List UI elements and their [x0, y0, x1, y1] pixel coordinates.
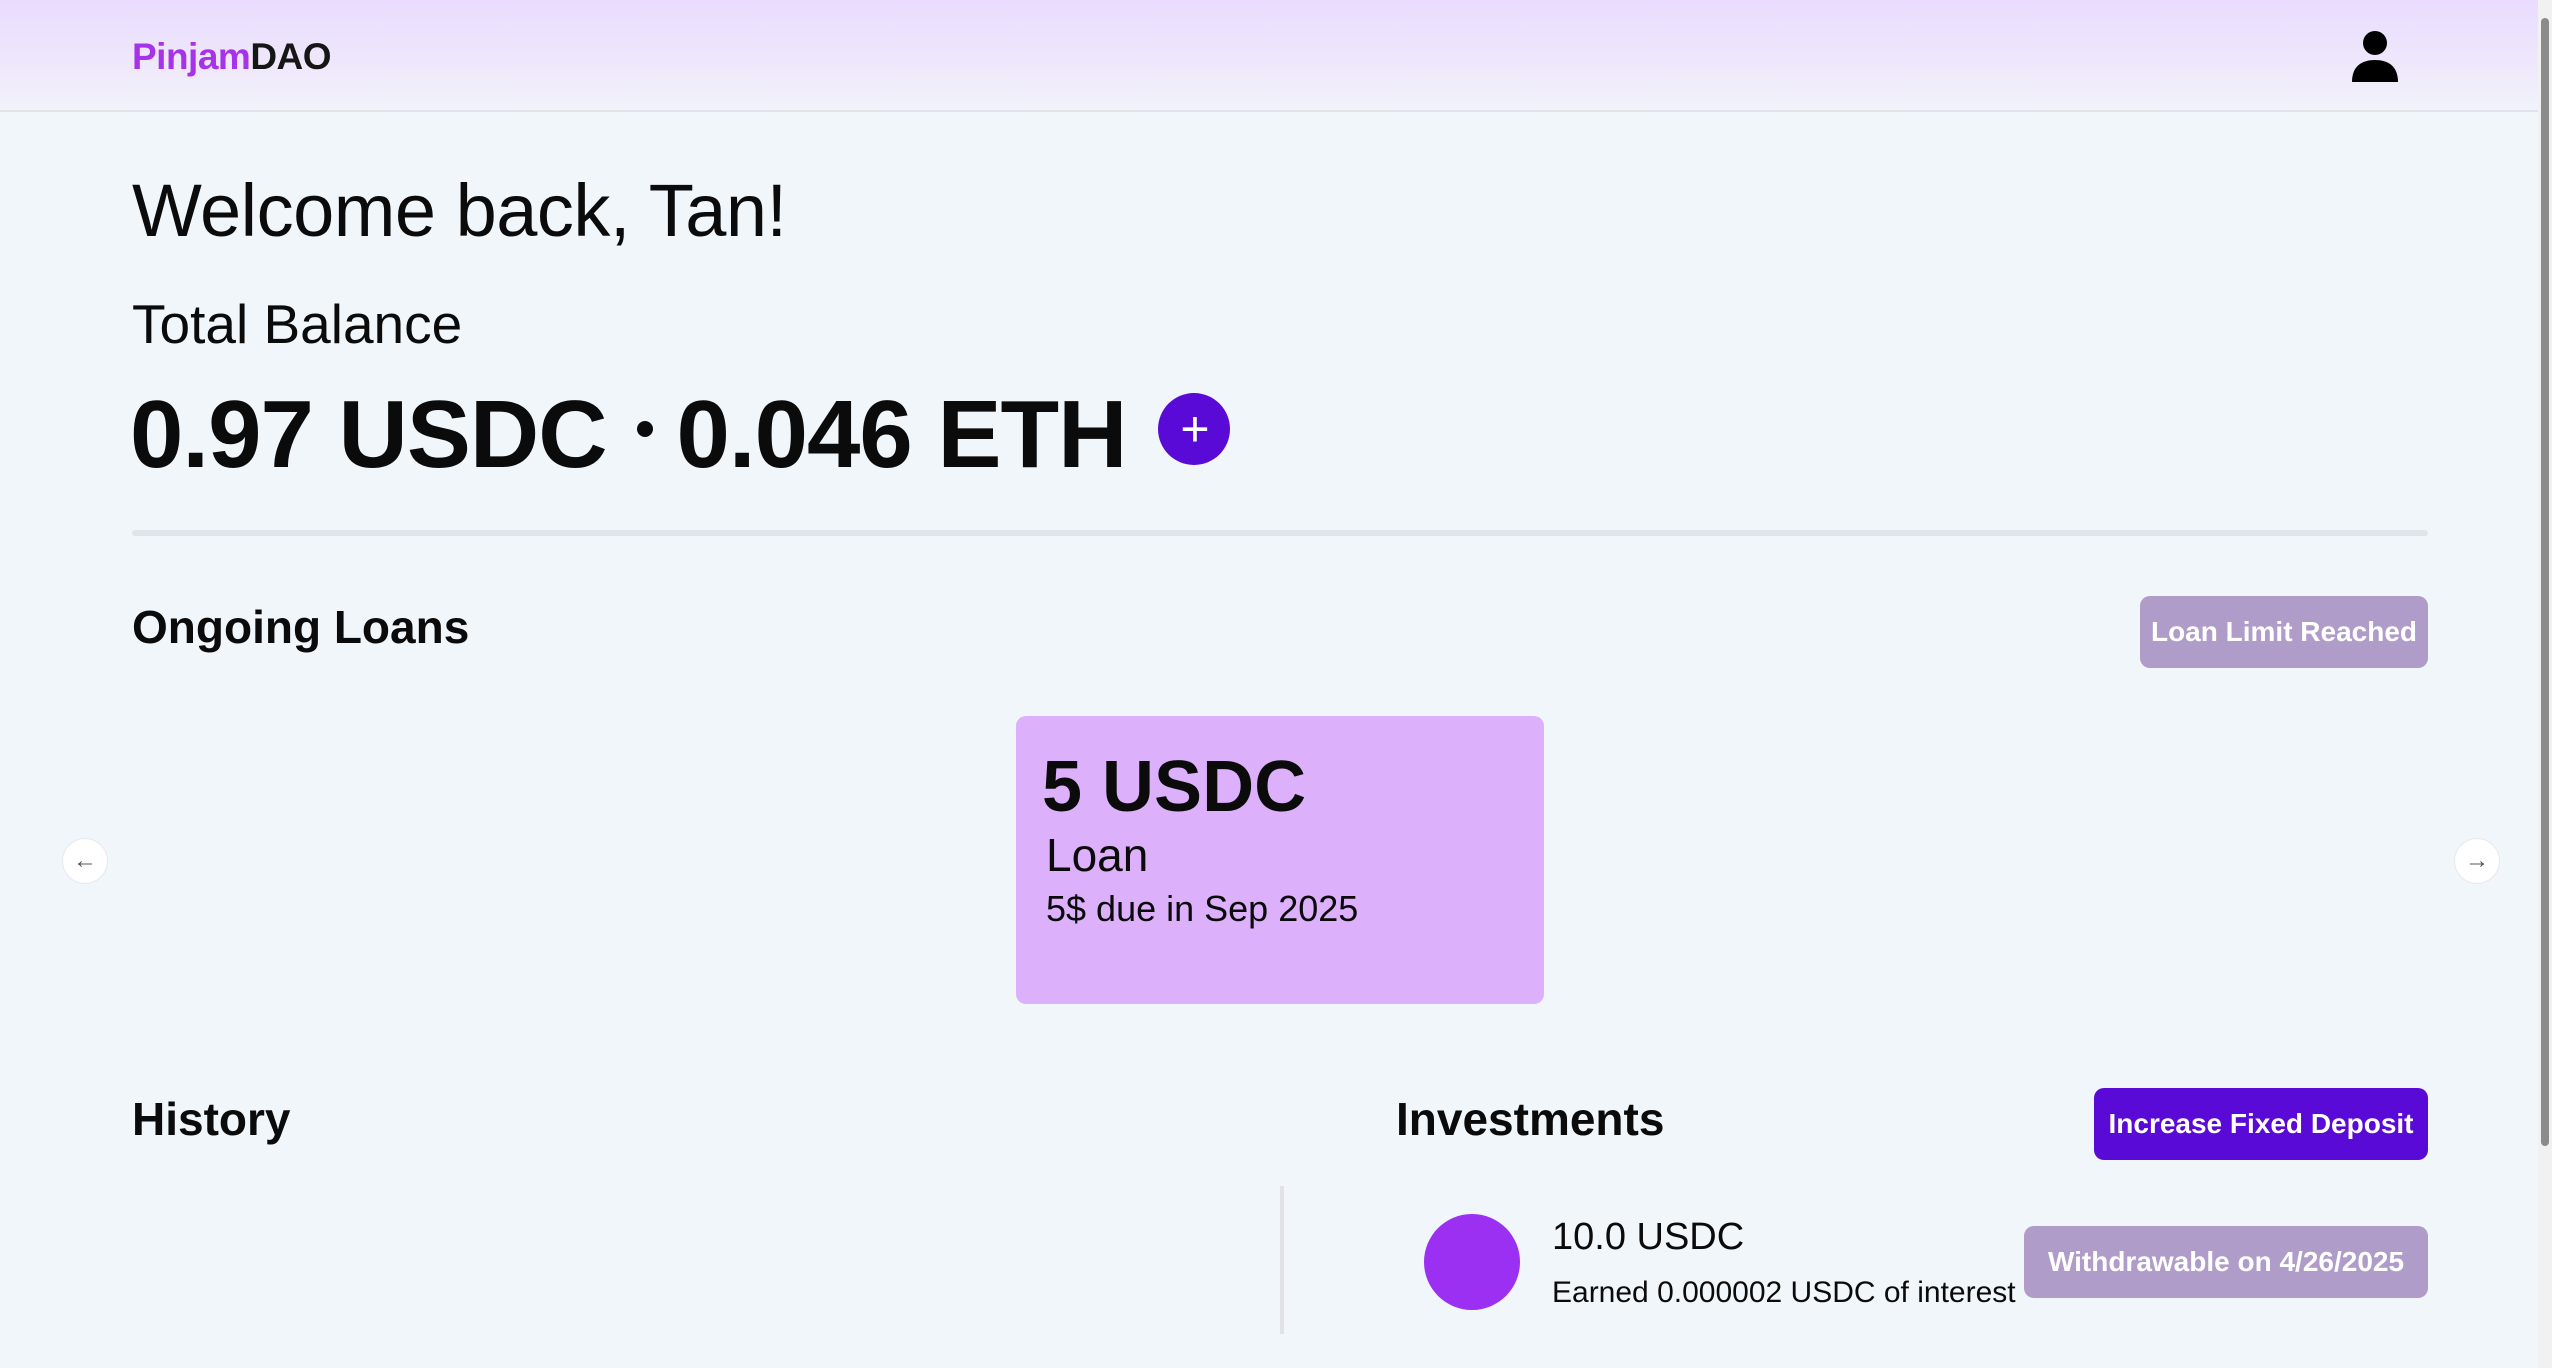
- section-divider: [132, 530, 2428, 536]
- total-balance-label: Total Balance: [132, 293, 463, 355]
- ongoing-loans-title: Ongoing Loans: [132, 601, 470, 653]
- logo-part-dao: DAO: [250, 36, 332, 77]
- top-navbar: PinjamDAO: [0, 0, 2538, 112]
- arrow-right-icon: →: [2465, 847, 2489, 874]
- arrow-left-icon: ←: [73, 847, 97, 874]
- increase-fixed-deposit-button[interactable]: Increase Fixed Deposit: [2094, 1088, 2428, 1160]
- loan-limit-button[interactable]: Loan Limit Reached: [2140, 596, 2428, 668]
- investment-interest: Earned 0.000002 USDC of interest: [1552, 1276, 2016, 1309]
- loan-amount: 5 USDC: [1042, 747, 1307, 827]
- balance-row: 0.97 USDC 0.046 ETH +: [130, 380, 1231, 490]
- welcome-heading: Welcome back, Tan!: [132, 169, 787, 252]
- withdraw-button[interactable]: Withdrawable on 4/26/2025: [2024, 1226, 2428, 1298]
- loan-type: Loan: [1046, 829, 1149, 881]
- app-logo[interactable]: PinjamDAO: [132, 36, 332, 78]
- eth-balance: 0.046 ETH: [676, 381, 1128, 488]
- user-icon[interactable]: [2348, 30, 2402, 82]
- history-title: History: [132, 1093, 291, 1145]
- add-funds-button[interactable]: +: [1158, 393, 1231, 465]
- page-scrollbar[interactable]: [2538, 0, 2552, 1368]
- carousel-prev-button[interactable]: ←: [62, 838, 108, 884]
- investments-title: Investments: [1396, 1093, 1665, 1145]
- dashboard-page: PinjamDAO Welcome back, Tan! Total Balan…: [0, 0, 2552, 1368]
- usdc-balance: 0.97 USDC: [130, 381, 608, 488]
- separator-dot: [636, 421, 653, 437]
- column-divider: [1280, 1186, 1284, 1334]
- loan-card[interactable]: 5 USDC Loan 5$ due in Sep 2025: [1016, 716, 1544, 1004]
- plus-icon: +: [1180, 401, 1209, 457]
- carousel-next-button[interactable]: →: [2454, 838, 2500, 884]
- scrollbar-thumb[interactable]: [2541, 18, 2549, 1146]
- loan-due: 5$ due in Sep 2025: [1046, 888, 1359, 929]
- logo-part-pinjam: Pinjam: [132, 36, 251, 77]
- investment-icon: [1424, 1214, 1520, 1310]
- investment-amount: 10.0 USDC: [1552, 1216, 1745, 1258]
